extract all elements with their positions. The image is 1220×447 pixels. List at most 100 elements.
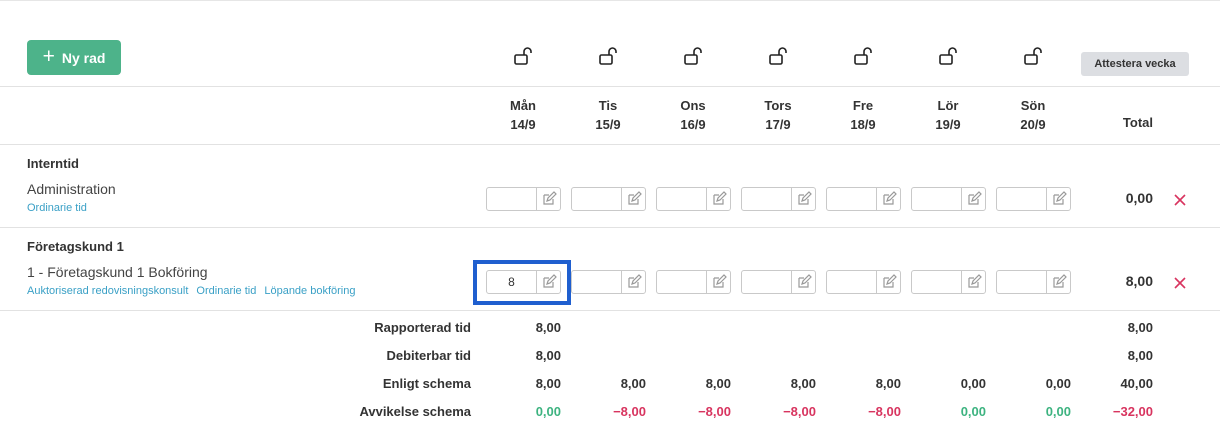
day-header: Mån 14/9 <box>493 96 553 134</box>
tag-link[interactable]: Löpande bokföring <box>264 285 355 297</box>
day-date: 19/9 <box>935 117 961 132</box>
tag-link[interactable]: Ordinarie tid <box>196 285 256 297</box>
hours-input[interactable] <box>657 271 706 293</box>
unlocked-padlock-icon[interactable] <box>853 46 875 66</box>
summary-value: 0,00 <box>1045 376 1071 391</box>
summary-value: 0,00 <box>960 376 986 391</box>
top-divider <box>0 0 1220 1</box>
day-header: Fre 18/9 <box>833 96 893 134</box>
days-divider <box>0 144 1220 145</box>
time-entry-cell[interactable] <box>741 270 816 294</box>
hours-input[interactable] <box>742 188 791 210</box>
time-entry-cell[interactable] <box>826 270 901 294</box>
row-tags: Ordinarie tid <box>27 202 87 214</box>
summary-total: 8,00 <box>1127 348 1153 363</box>
time-entry-cell[interactable] <box>656 270 731 294</box>
summary-value: −8,00 <box>783 404 816 419</box>
hours-input[interactable] <box>657 188 706 210</box>
summary-value: 0,00 <box>535 404 561 419</box>
summary-total: 8,00 <box>1127 320 1153 335</box>
summary-value: −8,00 <box>698 404 731 419</box>
summary-total: −32,00 <box>1112 404 1153 419</box>
day-name: Tis <box>598 98 618 113</box>
edit-pencil-icon[interactable] <box>1046 271 1070 293</box>
summary-value: 0,00 <box>1045 404 1071 419</box>
edit-pencil-icon[interactable] <box>621 188 645 210</box>
edit-pencil-icon[interactable] <box>1046 188 1070 210</box>
day-header: Sön 20/9 <box>1003 96 1063 134</box>
unlocked-padlock-icon[interactable] <box>513 46 535 66</box>
edit-pencil-icon[interactable] <box>876 188 900 210</box>
tag-link[interactable]: Ordinarie tid <box>27 202 87 214</box>
summary-value: 8,00 <box>535 376 561 391</box>
edit-pencil-icon[interactable] <box>706 271 730 293</box>
row-total: 8,00 <box>1125 273 1153 289</box>
summary-label: Rapporterad tid <box>374 320 471 335</box>
edit-pencil-icon[interactable] <box>791 188 815 210</box>
group-title-interntid: Interntid <box>27 156 79 171</box>
hours-input[interactable] <box>827 188 876 210</box>
summary-label: Avvikelse schema <box>359 404 471 419</box>
attest-week-button[interactable]: Attestera vecka <box>1081 52 1189 76</box>
unlocked-padlock-icon[interactable] <box>938 46 960 66</box>
day-name: Tors <box>764 98 792 113</box>
day-header: Tis 15/9 <box>578 96 638 134</box>
summary-divider <box>0 310 1220 311</box>
hours-input[interactable] <box>912 188 961 210</box>
hours-input[interactable] <box>742 271 791 293</box>
edit-pencil-icon[interactable] <box>961 271 985 293</box>
row-title-bokforing: 1 - Företagskund 1 Bokföring <box>27 264 208 280</box>
edit-pencil-icon[interactable] <box>961 188 985 210</box>
unlocked-padlock-icon[interactable] <box>598 46 620 66</box>
day-date: 20/9 <box>1020 117 1046 132</box>
time-entry-cell[interactable] <box>486 187 561 211</box>
time-entry-cell[interactable] <box>656 187 731 211</box>
edit-pencil-icon[interactable] <box>876 271 900 293</box>
hours-input[interactable] <box>572 188 621 210</box>
time-entry-cell[interactable] <box>996 187 1071 211</box>
summary-label: Enligt schema <box>382 376 471 391</box>
close-x-icon[interactable] <box>1173 276 1187 290</box>
day-name: Fre <box>852 98 874 113</box>
day-name: Sön <box>1020 98 1046 113</box>
time-entry-cell[interactable] <box>911 187 986 211</box>
summary-value: 8,00 <box>875 376 901 391</box>
hours-input[interactable] <box>997 271 1046 293</box>
tag-link[interactable]: Auktoriserad redovisningskonsult <box>27 285 188 297</box>
time-entry-cell[interactable] <box>826 187 901 211</box>
day-date: 14/9 <box>510 117 536 132</box>
hours-input[interactable] <box>912 271 961 293</box>
edit-pencil-icon[interactable] <box>621 271 645 293</box>
header-divider <box>0 86 1220 87</box>
time-entry-cell[interactable] <box>571 270 646 294</box>
summary-total: 40,00 <box>1120 376 1153 391</box>
edit-pencil-icon[interactable] <box>536 188 560 210</box>
time-entry-cell[interactable] <box>911 270 986 294</box>
unlocked-padlock-icon[interactable] <box>1023 46 1045 66</box>
summary-value: −8,00 <box>613 404 646 419</box>
hours-input[interactable] <box>997 188 1046 210</box>
day-header: Ons 16/9 <box>663 96 723 134</box>
hours-input[interactable] <box>572 271 621 293</box>
time-entry-cell[interactable] <box>571 187 646 211</box>
plus-icon: + <box>42 45 55 68</box>
hours-input[interactable] <box>487 188 536 210</box>
day-date: 15/9 <box>595 117 621 132</box>
time-entry-cell[interactable] <box>741 187 816 211</box>
group-title-foretagskund: Företagskund 1 <box>27 239 124 254</box>
summary-label: Debiterbar tid <box>386 348 471 363</box>
row-tags: Auktoriserad redovisningskonsult Ordinar… <box>27 285 355 297</box>
edit-pencil-icon[interactable] <box>791 271 815 293</box>
edit-pencil-icon[interactable] <box>706 188 730 210</box>
close-x-icon[interactable] <box>1173 193 1187 207</box>
unlocked-padlock-icon[interactable] <box>768 46 790 66</box>
summary-value: 0,00 <box>960 404 986 419</box>
unlocked-padlock-icon[interactable] <box>683 46 705 66</box>
new-row-label: Ny rad <box>61 49 106 66</box>
day-date: 17/9 <box>765 117 791 132</box>
day-date: 16/9 <box>680 117 706 132</box>
time-entry-cell[interactable] <box>996 270 1071 294</box>
hours-input[interactable] <box>827 271 876 293</box>
new-row-button[interactable]: + Ny rad <box>27 40 121 75</box>
group-divider <box>0 227 1220 228</box>
